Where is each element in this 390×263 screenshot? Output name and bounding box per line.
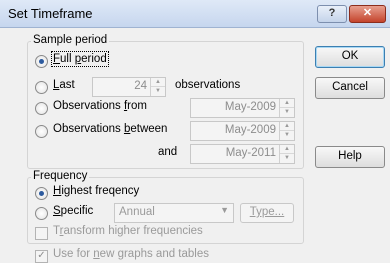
observations-between-radio[interactable]	[35, 125, 48, 138]
spin-down-icon[interactable]: ▼	[151, 87, 165, 95]
spin-down-icon[interactable]: ▼	[280, 131, 294, 139]
observations-between-label[interactable]: Observations between	[53, 123, 167, 135]
between-start-spinner[interactable]: May-2009 ▲ ▼	[190, 121, 295, 141]
dialog-title: Set Timeframe	[8, 6, 93, 21]
last-count-value: 24	[134, 80, 147, 92]
help-button[interactable]: Help	[315, 146, 385, 168]
ok-button[interactable]: OK	[315, 46, 385, 68]
spin-up-icon[interactable]: ▲	[151, 78, 165, 87]
spin-down-icon[interactable]: ▼	[280, 154, 294, 162]
highest-frequency-label[interactable]: Highest freqency	[53, 185, 139, 197]
from-date-spinner[interactable]: May-2009 ▲ ▼	[190, 98, 295, 118]
use-for-new-label[interactable]: Use for new graphs and tables	[53, 248, 209, 260]
frequency-select[interactable]: Annual ▼	[114, 203, 234, 223]
frequency-select-value: Annual	[119, 206, 155, 218]
use-for-new-checkbox[interactable]: ✓	[35, 250, 48, 263]
title-close-button[interactable]: ✕	[349, 5, 386, 23]
observations-suffix: observations	[175, 79, 241, 91]
last-count-spinner[interactable]: 24 ▲ ▼	[92, 77, 166, 97]
transform-label[interactable]: Transform higher frequencies	[53, 225, 203, 237]
set-timeframe-dialog: Set Timeframe ? ✕ Sample period Full per…	[0, 0, 390, 263]
and-label: and	[158, 146, 178, 158]
highest-frequency-radio[interactable]	[35, 187, 48, 200]
between-end-value: May-2011	[225, 147, 276, 159]
spinner-arrows: ▲ ▼	[279, 122, 294, 140]
spin-up-icon[interactable]: ▲	[280, 99, 294, 108]
title-help-button[interactable]: ?	[317, 5, 347, 23]
full-period-label[interactable]: Full period	[51, 51, 109, 67]
spin-down-icon[interactable]: ▼	[280, 108, 294, 116]
spinner-arrows: ▲ ▼	[150, 78, 165, 96]
frequency-legend: Frequency	[31, 170, 90, 182]
observations-from-label[interactable]: Observations from	[53, 100, 147, 112]
last-label[interactable]: Last	[53, 79, 75, 91]
between-end-spinner[interactable]: May-2011 ▲ ▼	[190, 144, 295, 164]
chevron-down-icon: ▼	[220, 205, 229, 215]
type-button[interactable]: Type...	[240, 203, 294, 223]
transform-checkbox[interactable]	[35, 227, 48, 240]
spin-up-icon[interactable]: ▲	[280, 145, 294, 154]
spin-up-icon[interactable]: ▲	[280, 122, 294, 131]
last-radio[interactable]	[35, 81, 48, 94]
between-start-value: May-2009	[224, 124, 276, 136]
cancel-button[interactable]: Cancel	[315, 77, 385, 99]
observations-from-radio[interactable]	[35, 102, 48, 115]
title-bar: Set Timeframe ? ✕	[0, 0, 390, 28]
spinner-arrows: ▲ ▼	[279, 99, 294, 117]
sample-period-legend: Sample period	[31, 34, 110, 46]
full-period-radio[interactable]	[35, 55, 48, 68]
specific-frequency-label[interactable]: Specific	[53, 205, 93, 217]
spinner-arrows: ▲ ▼	[279, 145, 294, 163]
from-date-value: May-2009	[224, 101, 276, 113]
specific-frequency-radio[interactable]	[35, 207, 48, 220]
type-button-label: Type...	[249, 206, 285, 218]
